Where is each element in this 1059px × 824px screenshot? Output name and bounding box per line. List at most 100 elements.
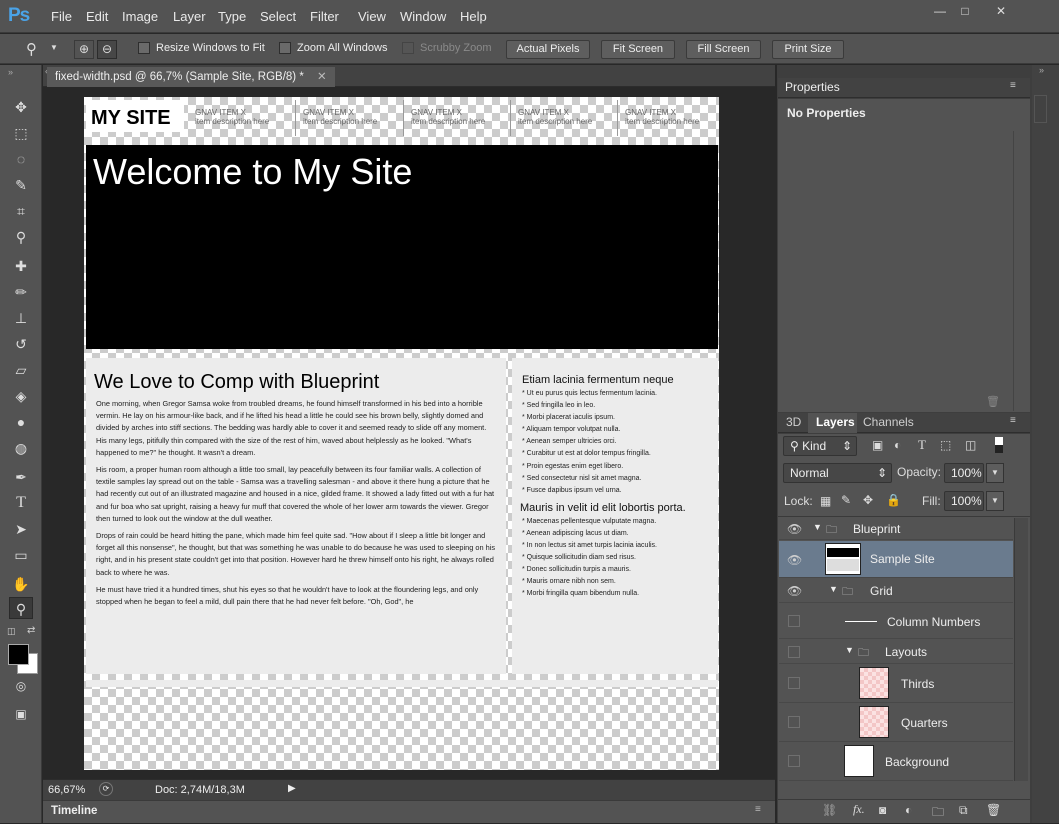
tab-3d[interactable]: 3D xyxy=(786,415,801,429)
expand-arrow-icon[interactable]: ▼ xyxy=(845,645,854,655)
pen-tool-icon[interactable]: ✒ xyxy=(9,466,33,488)
swap-colors-icon[interactable]: ⇄ xyxy=(27,625,35,636)
layer-quarters[interactable]: Quarters xyxy=(779,704,1013,742)
eyedropper-tool-icon[interactable]: ⚲ xyxy=(9,226,33,248)
nav-item-1[interactable]: GNAV ITEM Xitem description here xyxy=(195,108,269,126)
fit-screen-button[interactable]: Fit Screen xyxy=(601,40,675,59)
visibility-toggle[interactable] xyxy=(788,677,800,689)
menu-layer[interactable]: Layer xyxy=(173,9,206,24)
zoom-in-icon[interactable]: ⊕ xyxy=(74,40,94,59)
menu-edit[interactable]: Edit xyxy=(86,9,108,24)
type-tool-icon[interactable]: T xyxy=(9,492,33,514)
collapse-toolbar-icon[interactable]: » xyxy=(8,67,13,77)
delete-property-icon[interactable]: 🗑 xyxy=(986,395,1000,408)
layer-column-numbers[interactable]: Column Numbers xyxy=(779,604,1013,639)
filter-smart-object-icon[interactable]: ◫ xyxy=(965,438,976,452)
default-colors-icon[interactable]: ◫ xyxy=(7,626,16,637)
visibility-toggle[interactable] xyxy=(788,716,800,728)
fill-chevron-icon[interactable]: ▼ xyxy=(986,491,1004,511)
history-brush-tool-icon[interactable]: ↺ xyxy=(9,333,33,355)
foreground-color-swatch[interactable] xyxy=(8,644,29,665)
share-icon[interactable]: ⟳ xyxy=(99,782,113,796)
tab-channels[interactable]: Channels xyxy=(863,415,914,429)
link-layers-icon[interactable]: ⛓ xyxy=(822,803,837,817)
layer-thirds[interactable]: Thirds xyxy=(779,665,1013,703)
menu-type[interactable]: Type xyxy=(218,9,246,24)
eye-icon[interactable]: 👁 xyxy=(787,584,802,598)
menu-window[interactable]: Window xyxy=(400,9,446,24)
rectangle-tool-icon[interactable]: ▭ xyxy=(9,544,33,566)
screen-mode-icon[interactable]: ▣ xyxy=(9,703,33,725)
quick-mask-icon[interactable]: ◎ xyxy=(9,675,33,697)
blend-mode-select[interactable]: Normal ⇕ xyxy=(783,463,892,483)
eye-icon[interactable]: 👁 xyxy=(787,522,802,536)
fill-screen-button[interactable]: Fill Screen xyxy=(686,40,761,59)
opacity-chevron-icon[interactable]: ▼ xyxy=(986,463,1004,483)
properties-tab[interactable]: Properties xyxy=(785,80,840,94)
timeline-menu-icon[interactable]: ≡ xyxy=(755,804,761,815)
add-mask-icon[interactable]: ◙ xyxy=(879,803,886,817)
lock-image-icon[interactable]: ✎ xyxy=(841,493,851,507)
tab-layers[interactable]: Layers xyxy=(816,415,855,429)
menu-select[interactable]: Select xyxy=(260,9,296,24)
nav-item-3[interactable]: GNAV ITEM Xitem description here xyxy=(411,108,485,126)
visibility-toggle[interactable] xyxy=(788,615,800,627)
adjustment-layer-icon[interactable]: ◐ xyxy=(905,803,912,817)
expand-arrow-icon[interactable]: ▼ xyxy=(813,522,822,532)
move-tool-icon[interactable]: ✥ xyxy=(9,96,33,118)
layer-background[interactable]: Background xyxy=(779,743,1013,781)
layers-scrollbar[interactable] xyxy=(1014,518,1028,781)
filter-type-icon[interactable]: T xyxy=(918,437,926,453)
menu-view[interactable]: View xyxy=(358,9,386,24)
healing-brush-tool-icon[interactable]: ✚ xyxy=(9,255,33,277)
tool-preset-chevron-icon[interactable]: ▼ xyxy=(50,43,58,52)
new-layer-icon[interactable]: ⧉ xyxy=(959,803,968,818)
zoom-out-icon[interactable]: ⊖ xyxy=(97,40,117,59)
zoom-level[interactable]: 66,67% xyxy=(48,784,85,796)
close-tab-icon[interactable]: ✕ xyxy=(317,71,327,83)
opacity-input[interactable]: 100% xyxy=(944,463,984,483)
new-group-icon[interactable]: 🗀 xyxy=(932,803,944,824)
marquee-tool-icon[interactable]: ⬚ xyxy=(9,122,33,144)
status-menu-arrow-icon[interactable]: ▶ xyxy=(288,783,296,794)
timeline-label[interactable]: Timeline xyxy=(51,805,97,817)
layer-sample-site[interactable]: 👁 Sample Site xyxy=(779,541,1013,578)
print-size-button[interactable]: Print Size xyxy=(772,40,844,59)
resize-windows-checkbox[interactable] xyxy=(138,42,150,54)
blur-tool-icon[interactable]: ● xyxy=(9,411,33,433)
document-tab[interactable]: fixed-width.psd @ 66,7% (Sample Site, RG… xyxy=(47,67,335,87)
menu-help[interactable]: Help xyxy=(460,9,487,24)
close-button[interactable]: ✕ xyxy=(985,2,1017,20)
eraser-tool-icon[interactable]: ▱ xyxy=(9,359,33,381)
dodge-tool-icon[interactable]: ◍ xyxy=(9,437,33,459)
actual-pixels-button[interactable]: Actual Pixels xyxy=(506,40,590,59)
nav-item-2[interactable]: GNAV ITEM Xitem description here xyxy=(303,108,377,126)
visibility-toggle[interactable] xyxy=(788,755,800,767)
lock-position-icon[interactable]: ✥ xyxy=(863,493,873,507)
layer-filter-select[interactable]: ⚲ Kind ⇕ xyxy=(783,436,857,456)
lock-transparent-icon[interactable]: ▦ xyxy=(820,494,831,508)
properties-menu-icon[interactable]: ≡ xyxy=(1010,80,1016,91)
crop-tool-icon[interactable]: ⌗ xyxy=(9,200,33,222)
path-selection-tool-icon[interactable]: ➤ xyxy=(9,518,33,540)
layer-group-layouts[interactable]: ▼ 🗀 Layouts xyxy=(779,640,1013,664)
menu-filter[interactable]: Filter xyxy=(310,9,339,24)
filter-pixel-icon[interactable]: ▣ xyxy=(872,438,883,452)
nav-item-5[interactable]: GNAV ITEM Xitem description here xyxy=(625,108,699,126)
clone-stamp-tool-icon[interactable]: ⊥ xyxy=(9,307,33,329)
hand-tool-icon[interactable]: ✋ xyxy=(9,573,33,595)
nav-item-4[interactable]: GNAV ITEM Xitem description here xyxy=(518,108,592,126)
visibility-toggle[interactable] xyxy=(788,646,800,658)
filter-shape-icon[interactable]: ⬚ xyxy=(940,438,951,452)
layers-menu-icon[interactable]: ≡ xyxy=(1010,415,1016,426)
zoom-tool-active-icon[interactable]: ⚲ xyxy=(9,597,33,619)
layer-group-blueprint[interactable]: 👁 ▼ 🗀 Blueprint xyxy=(779,518,1013,540)
brush-tool-icon[interactable]: ✏ xyxy=(9,281,33,303)
maximize-button[interactable]: □ xyxy=(950,2,980,20)
menu-file[interactable]: File xyxy=(51,9,72,24)
menu-image[interactable]: Image xyxy=(122,9,158,24)
filter-toggle-icon[interactable] xyxy=(995,437,1003,453)
fx-icon[interactable]: fx. xyxy=(853,802,865,817)
fill-input[interactable]: 100% xyxy=(944,491,984,511)
filter-adjustment-icon[interactable]: ◐ xyxy=(894,438,901,452)
